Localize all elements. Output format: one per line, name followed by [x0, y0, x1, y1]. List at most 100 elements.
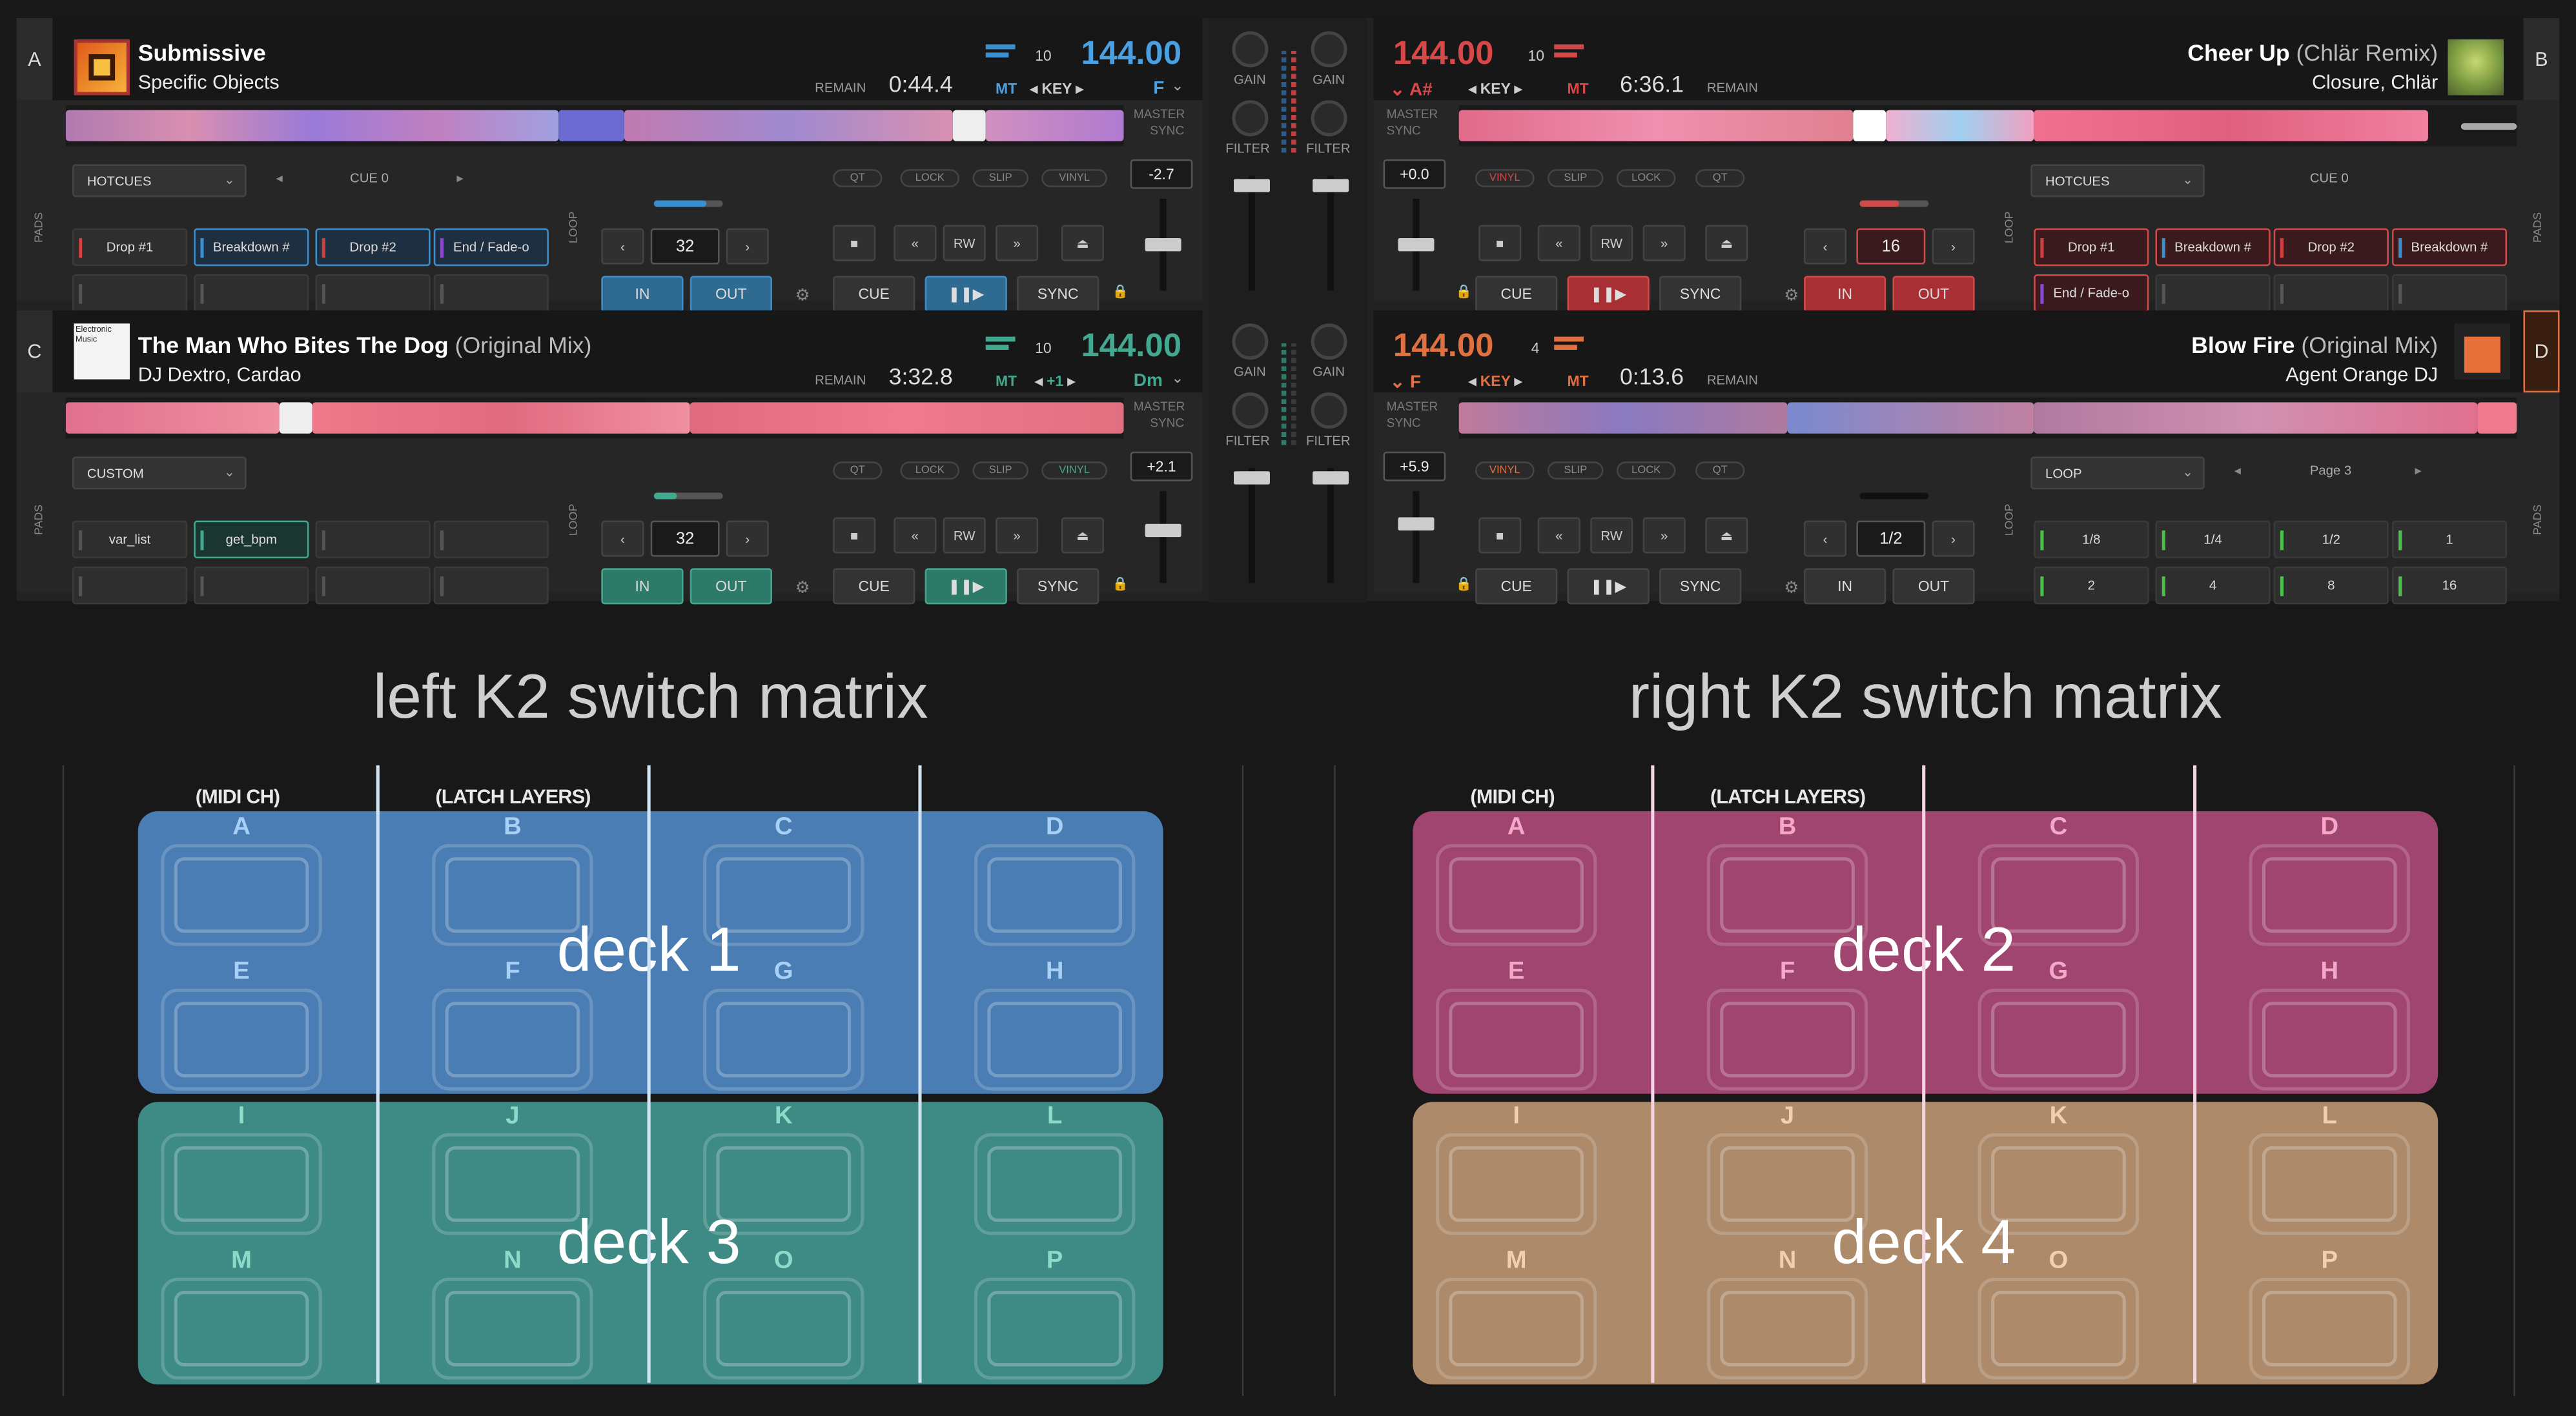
switch-key[interactable] — [2249, 1277, 2410, 1380]
deck-b-loop-inc-button[interactable]: › — [1932, 228, 1975, 265]
deck-c-key-label[interactable]: ◂ +1 ▸ — [1035, 373, 1075, 391]
deck-a-waveform[interactable] — [65, 105, 1124, 147]
deck-a-letter[interactable]: A — [16, 17, 53, 101]
deck-d-loop-size[interactable]: 1/2 — [1856, 520, 1926, 557]
deck-d-pad-mode-dropdown[interactable]: LOOP ⌄ — [2030, 456, 2205, 490]
gear-icon[interactable]: ⚙ — [795, 287, 810, 305]
chevron-down-icon[interactable]: ⌄ — [1171, 370, 1183, 388]
stop-icon[interactable]: ■ — [1478, 517, 1522, 554]
switch-key[interactable] — [161, 1133, 322, 1235]
deck-a-pad-1[interactable]: Drop #1 — [72, 228, 188, 267]
deck-c-in-button[interactable]: IN — [601, 568, 684, 605]
switch-key[interactable] — [703, 1277, 864, 1380]
deck-c-pad-mode-dropdown[interactable]: CUSTOM ⌄ — [72, 456, 247, 490]
chevron-down-icon[interactable]: ⌄ — [1171, 77, 1183, 96]
deck-a-qt[interactable]: QT — [833, 169, 883, 188]
deck-b-tempo-knob[interactable] — [1398, 238, 1435, 252]
deck-d-play-button[interactable]: ❚❚▶ — [1567, 568, 1650, 605]
deck-d-loop-dec-button[interactable]: ‹ — [1803, 520, 1847, 557]
next-page-icon[interactable]: ▸ — [2415, 463, 2422, 478]
deck-a-master-sync[interactable]: MASTER SYNC — [1134, 106, 1185, 139]
deck-c-cue-button[interactable]: CUE — [833, 568, 915, 605]
filter-knob-c[interactable] — [1232, 392, 1269, 429]
deck-d-pad-4[interactable]: 1 — [2391, 520, 2508, 559]
deck-b-slip[interactable]: SLIP — [1548, 169, 1604, 188]
deck-b-pad-7[interactable] — [2273, 274, 2389, 312]
deck-d-key-value[interactable]: ⌄ F — [1390, 371, 1421, 393]
deck-d-rw[interactable]: RW — [1590, 517, 1633, 554]
deck-d-slip[interactable]: SLIP — [1548, 461, 1604, 480]
deck-b-master-sync[interactable]: MASTER SYNC — [1387, 106, 1438, 139]
stop-icon[interactable]: ■ — [833, 225, 876, 261]
deck-c-pad-7[interactable] — [315, 566, 431, 605]
deck-d-tempo-fader[interactable] — [1413, 491, 1420, 583]
deck-d-pad-7[interactable]: 8 — [2273, 566, 2389, 605]
deck-a-pad-7[interactable] — [315, 274, 431, 312]
deck-b-pad-3[interactable]: Drop #2 — [2273, 228, 2389, 267]
deck-d-in-button[interactable]: IN — [1803, 568, 1886, 605]
deck-a-key-value[interactable]: F — [1153, 79, 1164, 99]
deck-b-rw[interactable]: RW — [1590, 225, 1633, 261]
deck-c-play-button[interactable]: ❚❚▶ — [925, 568, 1007, 605]
deck-b-letter[interactable]: B — [2523, 17, 2560, 101]
channel-fader-knob-d[interactable] — [1313, 471, 1349, 485]
deck-a-play-button[interactable]: ❚❚▶ — [925, 276, 1007, 312]
deck-b-pad-1[interactable]: Drop #1 — [2034, 228, 2149, 267]
deck-c-sync-button[interactable]: SYNC — [1017, 568, 1099, 605]
deck-d-vinyl[interactable]: VINYL — [1475, 461, 1535, 480]
deck-a-loop-dec-button[interactable]: ‹ — [601, 228, 644, 265]
deck-d-waveform[interactable] — [1458, 397, 2517, 439]
channel-fader-c[interactable] — [1248, 468, 1256, 583]
deck-a-lock[interactable]: LOCK — [900, 169, 960, 188]
eject-icon[interactable]: ⏏ — [1061, 517, 1104, 554]
switch-key[interactable] — [161, 1277, 322, 1380]
deck-a-slip[interactable]: SLIP — [972, 169, 1028, 188]
deck-c-loop-inc-button[interactable]: › — [726, 520, 769, 557]
switch-key[interactable] — [2249, 1133, 2410, 1235]
fast-forward-icon[interactable]: » — [1642, 517, 1686, 554]
deck-b-mt[interactable]: MT — [1568, 81, 1589, 97]
prev-page-icon[interactable]: ◂ — [276, 171, 282, 186]
switch-key[interactable] — [1435, 1277, 1597, 1380]
deck-b-cue-button[interactable]: CUE — [1475, 276, 1558, 312]
deck-d-tempo-knob[interactable] — [1398, 517, 1435, 531]
deck-a-pad-mode-dropdown[interactable]: HOTCUES ⌄ — [72, 164, 247, 197]
deck-a-key-label[interactable]: ◂ KEY ▸ — [1030, 81, 1083, 99]
gain-knob-b[interactable] — [1311, 31, 1347, 68]
deck-b-pad-mode-dropdown[interactable]: HOTCUES ⌄ — [2030, 164, 2205, 197]
deck-a-loop-size[interactable]: 32 — [650, 228, 720, 265]
deck-a-rw[interactable]: RW — [943, 225, 986, 261]
deck-a-pad-6[interactable] — [194, 274, 309, 312]
deck-c-bpm[interactable]: 144.00 — [1081, 329, 1181, 367]
deck-c-pad-4[interactable] — [433, 520, 549, 559]
rewind-icon[interactable]: « — [894, 517, 937, 554]
deck-c-vinyl[interactable]: VINYL — [1041, 461, 1108, 480]
deck-d-loop-inc-button[interactable]: › — [1932, 520, 1975, 557]
deck-a-loop-inc-button[interactable]: › — [726, 228, 769, 265]
deck-c-waveform[interactable] — [65, 397, 1124, 439]
fast-forward-icon[interactable]: » — [996, 517, 1039, 554]
deck-d-pad-2[interactable]: 1/4 — [2155, 520, 2271, 559]
deck-b-qt[interactable]: QT — [1695, 169, 1745, 188]
deck-b-pad-5[interactable]: End / Fade-o — [2034, 274, 2149, 312]
deck-c-pad-1[interactable]: var_list — [72, 520, 188, 559]
deck-c-loop-slider[interactable] — [653, 492, 723, 500]
switch-key[interactable] — [1435, 844, 1597, 946]
deck-b-loop-slider[interactable] — [1859, 200, 1929, 207]
deck-d-pad-5[interactable]: 2 — [2034, 566, 2149, 605]
switch-key[interactable] — [432, 988, 593, 1091]
deck-a-bpm[interactable]: 144.00 — [1081, 36, 1181, 74]
deck-b-loop-size[interactable]: 16 — [1856, 228, 1926, 265]
deck-c-loop-dec-button[interactable]: ‹ — [601, 520, 644, 557]
filter-knob-d[interactable] — [1311, 392, 1347, 429]
deck-a-tempo-knob[interactable] — [1145, 238, 1181, 252]
deck-a-pad-3[interactable]: Drop #2 — [315, 228, 431, 267]
rewind-icon[interactable]: « — [894, 225, 937, 261]
deck-c-letter[interactable]: C — [16, 310, 53, 393]
deck-d-lock[interactable]: LOCK — [1616, 461, 1676, 480]
switch-key[interactable] — [703, 988, 864, 1091]
deck-b-vinyl[interactable]: VINYL — [1475, 169, 1535, 188]
switch-key[interactable] — [2249, 844, 2410, 946]
deck-b-loop-dec-button[interactable]: ‹ — [1803, 228, 1847, 265]
stop-icon[interactable]: ■ — [1478, 225, 1522, 261]
